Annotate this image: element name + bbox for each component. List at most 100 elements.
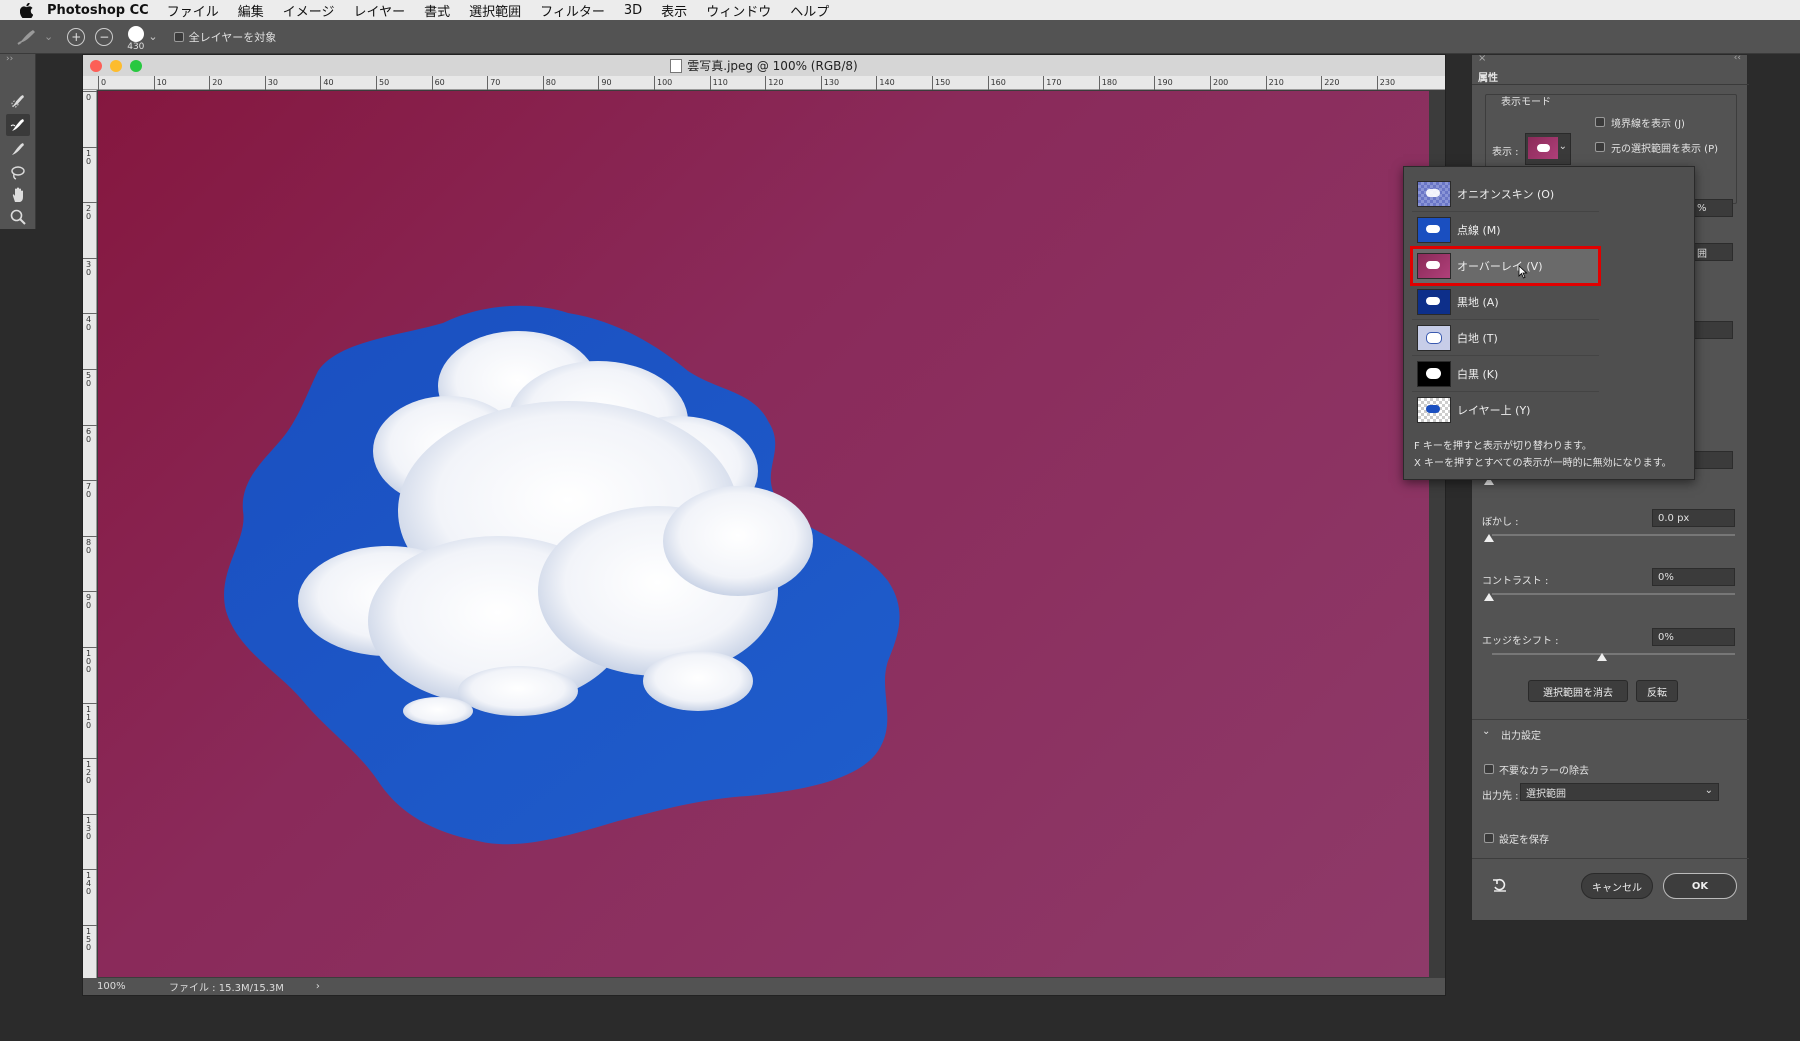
remember-settings-checkbox[interactable] <box>1484 833 1494 843</box>
ruler-v-tick <box>83 369 97 370</box>
menu-image[interactable]: イメージ <box>283 1 335 20</box>
partial-field-3[interactable] <box>1691 451 1733 469</box>
menu-3d[interactable]: 3D <box>624 3 642 18</box>
shift-edge-slider-track[interactable] <box>1492 653 1735 655</box>
ok-button[interactable]: OK <box>1663 873 1737 899</box>
ruler-h-tick <box>376 76 377 90</box>
status-bar: 100% ファイル : 15.3M/15.3M › <box>83 978 1445 995</box>
view-mode-header: 表示モード <box>1501 97 1551 108</box>
menu-filter[interactable]: フィルター <box>540 1 605 20</box>
invert-button[interactable]: 反転 <box>1636 680 1678 702</box>
add-to-selection-icon[interactable]: + <box>67 27 86 46</box>
output-to-select[interactable]: 選択範囲 ⌄ <box>1520 783 1719 801</box>
menu-help[interactable]: ヘルプ <box>790 1 829 20</box>
lasso-tool[interactable] <box>6 162 30 184</box>
decontaminate-checkbox[interactable] <box>1484 764 1494 774</box>
horizontal-ruler[interactable]: 0 10 20 30 40 50 60 70 80 90 100 110 120 130 140 150 160… <box>83 76 1445 90</box>
contrast-slider-track[interactable] <box>1492 593 1735 595</box>
preset-chevron-icon[interactable]: ⌄ <box>44 30 53 43</box>
view-mode-option-marching-ants[interactable]: 点線 (M) <box>1412 212 1599 248</box>
status-file-info[interactable]: ファイル : 15.3M/15.3M <box>169 979 284 994</box>
hand-tool[interactable] <box>6 184 30 206</box>
panel-close-icon[interactable]: × <box>1478 53 1486 64</box>
sample-all-layers-checkbox[interactable] <box>173 31 184 42</box>
on-layers-thumb-icon <box>1417 397 1451 423</box>
menu-bar: Photoshop CC ファイル 編集 イメージ レイヤー 書式 選択範囲 フ… <box>0 0 1800 20</box>
ruler-v-tick <box>83 813 97 815</box>
ruler-h-label: 30 <box>267 78 278 87</box>
status-zoom[interactable]: 100% <box>97 981 139 992</box>
image-canvas[interactable] <box>98 91 1429 977</box>
menu-file[interactable]: ファイル <box>167 1 219 20</box>
view-mode-option-on-black[interactable]: 黒地 (A) <box>1412 284 1599 320</box>
hand-icon <box>12 187 23 202</box>
apple-icon[interactable] <box>17 1 35 19</box>
shift-edge-slider-thumb[interactable] <box>1597 653 1607 661</box>
minimize-window-button[interactable] <box>110 60 122 72</box>
brush-size-chevron-icon[interactable]: ⌄ <box>148 30 157 43</box>
ruler-h-tick <box>932 76 933 90</box>
brush-size-control[interactable]: 430 <box>127 25 144 52</box>
marching-ants-thumb-icon <box>1417 216 1451 243</box>
ruler-h-tick <box>765 76 767 90</box>
feather-slider-track[interactable] <box>1492 534 1735 536</box>
reset-icon[interactable] <box>1492 877 1508 896</box>
ruler-v-tick <box>83 702 97 704</box>
quick-selection-tool[interactable] <box>6 90 30 112</box>
ruler-h-label: 40 <box>323 78 334 87</box>
contrast-slider-thumb[interactable] <box>1484 593 1494 601</box>
menu-type[interactable]: 書式 <box>424 1 450 20</box>
ruler-v-tick <box>83 480 97 482</box>
ruler-v-label: 1 2 0 <box>86 760 92 786</box>
refine-edge-brush-tool[interactable] <box>6 114 30 136</box>
panel-collapse-icon[interactable]: ‹‹ <box>1734 53 1741 63</box>
view-mode-select[interactable]: ⌄ <box>1525 133 1571 165</box>
feather-field[interactable]: 0.0 px <box>1652 509 1735 527</box>
zoom-tool[interactable] <box>6 206 30 228</box>
ruler-v-label: 1 1 0 <box>86 704 92 730</box>
partial-field-1[interactable]: % <box>1691 199 1733 217</box>
document-titlebar[interactable]: 雲写真.jpeg @ 100% (RGB/8) <box>83 55 1445 76</box>
show-original-checkbox[interactable] <box>1595 142 1605 152</box>
brush-tool[interactable] <box>6 138 30 160</box>
view-mode-option-on-white[interactable]: 白地 (T) <box>1412 320 1599 356</box>
mouse-cursor-icon <box>1518 265 1528 282</box>
ruler-h-label: 100 <box>657 78 673 87</box>
view-mode-option-on-layers[interactable]: レイヤー上 (Y) <box>1412 392 1599 428</box>
close-window-button[interactable] <box>90 60 102 72</box>
tools-collapse-icon[interactable]: ›› <box>6 54 13 64</box>
ruler-h-label: 200 <box>1213 78 1229 87</box>
partial-select-1[interactable]: 囲 <box>1691 243 1733 261</box>
menu-window[interactable]: ウィンドウ <box>706 1 771 20</box>
clear-selection-button[interactable]: 選択範囲を消去 <box>1528 680 1628 702</box>
document-window: 雲写真.jpeg @ 100% (RGB/8) 0 10 20 30 40 50 60 70 8… <box>82 54 1446 996</box>
ruler-v-label: 6 0 <box>86 426 92 444</box>
cancel-button[interactable]: キャンセル <box>1581 873 1653 899</box>
feather-slider-thumb[interactable] <box>1484 534 1494 542</box>
contrast-field[interactable]: 0% <box>1652 568 1735 586</box>
view-mode-option-overlay[interactable]: オーバーレイ (V) <box>1410 246 1601 286</box>
zoom-window-button[interactable] <box>130 60 142 72</box>
brush-tool-preset-icon[interactable] <box>16 28 44 46</box>
ruler-h-label: 170 <box>1046 78 1062 87</box>
menu-select[interactable]: 選択範囲 <box>469 1 521 20</box>
status-menu-arrow[interactable]: › <box>316 981 320 992</box>
properties-title[interactable]: 属性 <box>1478 69 1498 84</box>
file-icon <box>670 58 683 73</box>
ruler-v-label: 1 0 <box>86 148 92 166</box>
app-name[interactable]: Photoshop CC <box>47 3 149 18</box>
vertical-ruler[interactable]: 0 1 0 2 0 3 0 4 0 5 0 6 0 7 0 8 0 9 0 1 0 0 1 1 0 1 … <box>83 90 97 978</box>
menu-edit[interactable]: 編集 <box>238 1 264 20</box>
subtract-from-selection-icon[interactable]: − <box>95 27 114 46</box>
menu-view[interactable]: 表示 <box>661 1 687 20</box>
ruler-h-tick <box>598 76 600 90</box>
view-mode-option-black-white[interactable]: 白黒 (K) <box>1412 356 1599 392</box>
shift-edge-field[interactable]: 0% <box>1652 628 1735 646</box>
show-edge-checkbox[interactable] <box>1595 117 1605 127</box>
view-mode-option-onion-skin[interactable]: オニオンスキン (O) <box>1412 176 1599 212</box>
ruler-h-tick <box>1154 76 1156 90</box>
menu-layer[interactable]: レイヤー <box>353 1 405 20</box>
ruler-v-label: 5 0 <box>86 371 92 388</box>
output-settings-chevron-icon[interactable]: ⌄ <box>1482 726 1490 737</box>
partial-field-2[interactable] <box>1691 321 1733 339</box>
